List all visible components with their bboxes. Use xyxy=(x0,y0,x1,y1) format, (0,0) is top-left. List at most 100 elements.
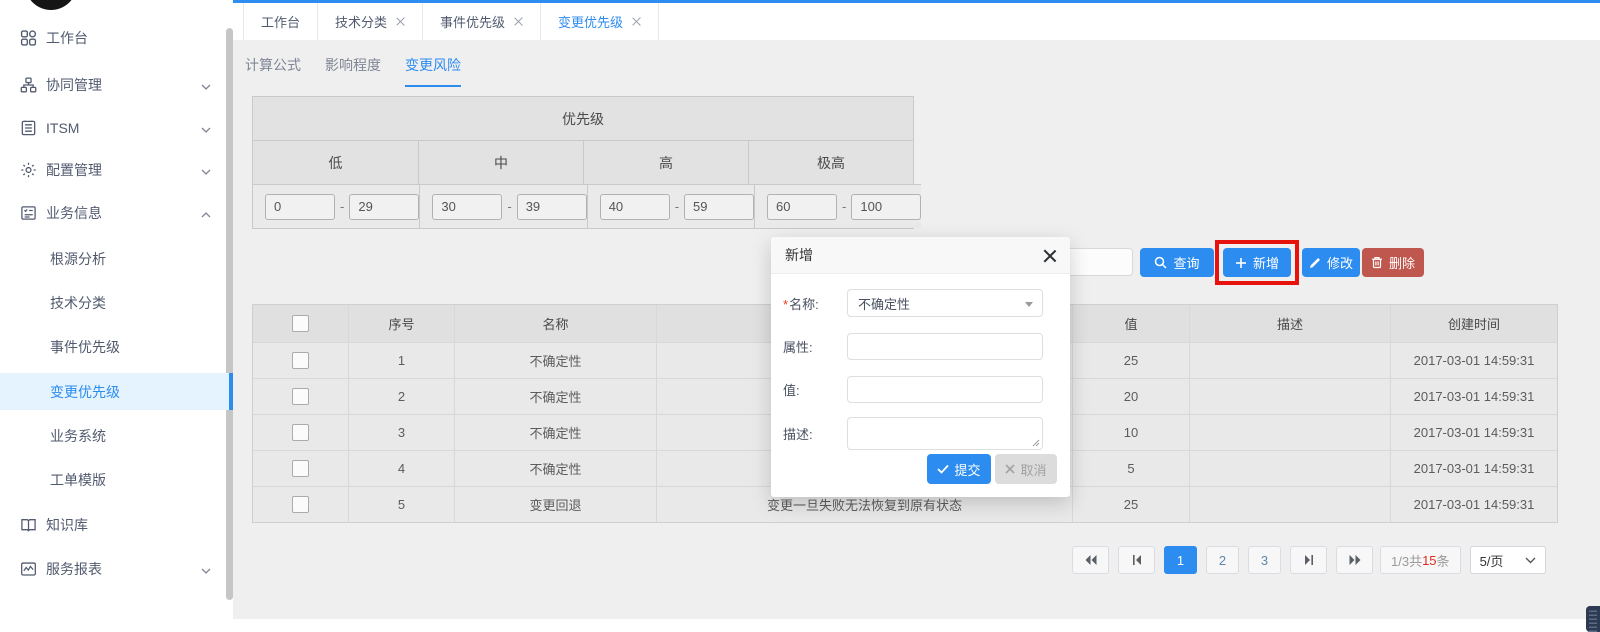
submit-button[interactable]: 提交 xyxy=(927,454,991,484)
chevron-down-icon xyxy=(201,561,211,577)
first-page-icon xyxy=(1084,554,1098,566)
sidebar-item-business-info[interactable]: 业务信息 xyxy=(0,195,233,231)
total-records-count: 15 xyxy=(1422,553,1436,568)
gear-icon xyxy=(20,162,37,179)
chevron-down-icon xyxy=(201,120,211,136)
chevron-down-icon xyxy=(201,77,211,93)
name-field-row: *名称: 不确定性 xyxy=(783,289,1043,317)
table-cell: 不确定性 xyxy=(454,378,656,414)
value-input[interactable] xyxy=(847,376,1043,403)
edit-button[interactable]: 修改 xyxy=(1302,248,1360,277)
table-row-checkbox-cell xyxy=(253,342,348,378)
tab-change-priority[interactable]: 变更优先级 xyxy=(541,3,659,40)
priority-level-low: 低 xyxy=(253,140,418,184)
scrollbar-handle[interactable] xyxy=(1586,606,1600,632)
select-all-checkbox[interactable] xyxy=(292,315,309,332)
sidebar-scrollbar[interactable] xyxy=(226,28,233,600)
document-icon xyxy=(20,120,37,137)
priority-medium-max-input[interactable] xyxy=(517,194,587,220)
row-checkbox[interactable] xyxy=(292,352,309,369)
sidebar-item-service-report[interactable]: 服务报表 xyxy=(0,551,233,587)
priority-matrix-title: 优先级 xyxy=(253,97,913,140)
close-icon[interactable] xyxy=(396,17,405,26)
subtab-calc-formula[interactable]: 计算公式 xyxy=(245,55,301,87)
priority-medium-min-input[interactable] xyxy=(432,194,502,220)
description-textarea[interactable] xyxy=(847,417,1043,450)
dialog-header: 新增 xyxy=(771,237,1070,274)
tab-tech-category[interactable]: 技术分类 xyxy=(318,3,423,40)
priority-critical-min-input[interactable] xyxy=(767,194,837,220)
last-page-button[interactable] xyxy=(1336,546,1373,574)
table-cell: 不确定性 xyxy=(454,342,656,378)
name-select[interactable]: 不确定性 xyxy=(847,289,1043,317)
row-checkbox[interactable] xyxy=(292,460,309,477)
priority-critical-max-input[interactable] xyxy=(851,194,921,220)
priority-low-max-input[interactable] xyxy=(349,194,419,220)
resize-handle-icon[interactable] xyxy=(1032,439,1040,447)
sidebar-item-change-priority[interactable]: 变更优先级 xyxy=(0,373,233,410)
grid-icon xyxy=(20,30,37,47)
sidebar-item-root-analysis[interactable]: 根源分析 xyxy=(0,241,233,277)
table-row-checkbox-cell xyxy=(253,486,348,522)
search-button[interactable]: 查询 xyxy=(1140,248,1214,277)
priority-matrix: 优先级 低 中 高 极高 - - - - xyxy=(252,96,914,229)
prev-page-button[interactable] xyxy=(1118,546,1155,574)
prev-page-icon xyxy=(1131,554,1143,566)
priority-high-min-input[interactable] xyxy=(600,194,670,220)
close-icon[interactable] xyxy=(1043,249,1056,262)
table-cell: 3 xyxy=(348,414,454,450)
sidebar-item-itsm[interactable]: ITSM xyxy=(0,110,233,146)
sidebar-item-tech-category[interactable]: 技术分类 xyxy=(0,285,233,321)
table-cell xyxy=(1189,486,1390,522)
table-cell: 25 xyxy=(1072,342,1189,378)
sidebar-item-workbench[interactable]: 工作台 xyxy=(0,20,233,56)
last-page-icon xyxy=(1348,554,1362,566)
priority-level-medium: 中 xyxy=(418,140,583,184)
row-checkbox[interactable] xyxy=(292,424,309,441)
table-cell: 2017-03-01 14:59:31 xyxy=(1390,450,1557,486)
form-icon xyxy=(20,205,37,222)
page-summary: 1/3共15条 xyxy=(1380,546,1461,574)
priority-high-max-input[interactable] xyxy=(684,194,754,220)
report-icon xyxy=(20,561,37,578)
delete-button[interactable]: 删除 xyxy=(1362,248,1424,277)
cancel-button[interactable]: 取消 xyxy=(995,454,1057,484)
check-icon xyxy=(937,464,949,474)
required-asterisk: * xyxy=(783,297,788,312)
page-button-1[interactable]: 1 xyxy=(1164,546,1197,574)
table-cell xyxy=(1189,414,1390,450)
caret-down-icon xyxy=(1025,302,1033,307)
next-page-button[interactable] xyxy=(1290,546,1327,574)
sidebar-item-knowledge-base[interactable]: 知识库 xyxy=(0,507,233,543)
subtab-impact-degree[interactable]: 影响程度 xyxy=(325,55,381,87)
first-page-button[interactable] xyxy=(1072,546,1109,574)
sidebar-item-config[interactable]: 配置管理 xyxy=(0,152,233,188)
priority-low-min-input[interactable] xyxy=(265,194,335,220)
plus-icon xyxy=(1235,257,1247,269)
pagination: 1 2 3 1/3共15条 5/页 xyxy=(1072,546,1546,574)
book-icon xyxy=(20,517,37,534)
table-header-name: 名称 xyxy=(454,305,656,342)
sidebar-item-ticket-template[interactable]: 工单模版 xyxy=(0,462,233,498)
sidebar-item-business-system[interactable]: 业务系统 xyxy=(0,418,233,454)
row-checkbox[interactable] xyxy=(292,388,309,405)
row-checkbox[interactable] xyxy=(292,496,309,513)
page-button-3[interactable]: 3 xyxy=(1248,546,1281,574)
add-button[interactable]: 新增 xyxy=(1223,248,1291,277)
table-cell: 5 xyxy=(1072,450,1189,486)
sidebar-item-collaboration[interactable]: 协同管理 xyxy=(0,67,233,103)
page-button-2[interactable]: 2 xyxy=(1206,546,1239,574)
tab-workbench[interactable]: 工作台 xyxy=(243,3,318,40)
close-icon[interactable] xyxy=(632,17,641,26)
chevron-down-icon xyxy=(1525,557,1536,564)
dialog-footer: 提交 取消 xyxy=(771,454,1070,484)
sidebar-item-incident-priority[interactable]: 事件优先级 xyxy=(0,329,233,365)
tab-incident-priority[interactable]: 事件优先级 xyxy=(423,3,541,40)
table-cell: 20 xyxy=(1072,378,1189,414)
attribute-input[interactable] xyxy=(847,333,1043,360)
page-size-select[interactable]: 5/页 xyxy=(1470,546,1546,574)
subtab-change-risk[interactable]: 变更风险 xyxy=(405,55,461,87)
close-icon[interactable] xyxy=(514,17,523,26)
priority-level-high: 高 xyxy=(583,140,748,184)
description-field-row: 描述: xyxy=(783,417,1043,450)
